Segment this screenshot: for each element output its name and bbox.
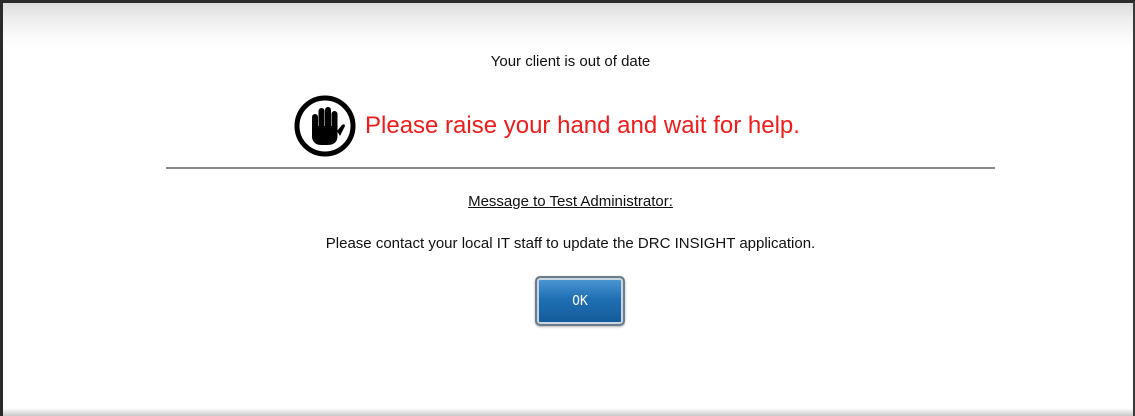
dialog-title: Your client is out of date xyxy=(490,53,651,70)
ok-button[interactable]: OK xyxy=(535,276,625,326)
admin-heading-label: Message to Test Administrator: xyxy=(468,193,673,210)
raised-hand-icon xyxy=(293,94,357,158)
alert-message: Please raise your hand and wait for help… xyxy=(365,112,800,139)
admin-heading: Message to Test Administrator: xyxy=(3,193,1135,210)
admin-message: Please contact your local IT staff to up… xyxy=(325,235,816,252)
ok-button-label: OK xyxy=(572,293,588,309)
bottom-shade xyxy=(3,408,1133,416)
alert-row: Please raise your hand and wait for help… xyxy=(293,93,800,159)
error-dialog: Your client is out of date Please raise … xyxy=(0,0,1135,416)
divider xyxy=(166,167,995,169)
